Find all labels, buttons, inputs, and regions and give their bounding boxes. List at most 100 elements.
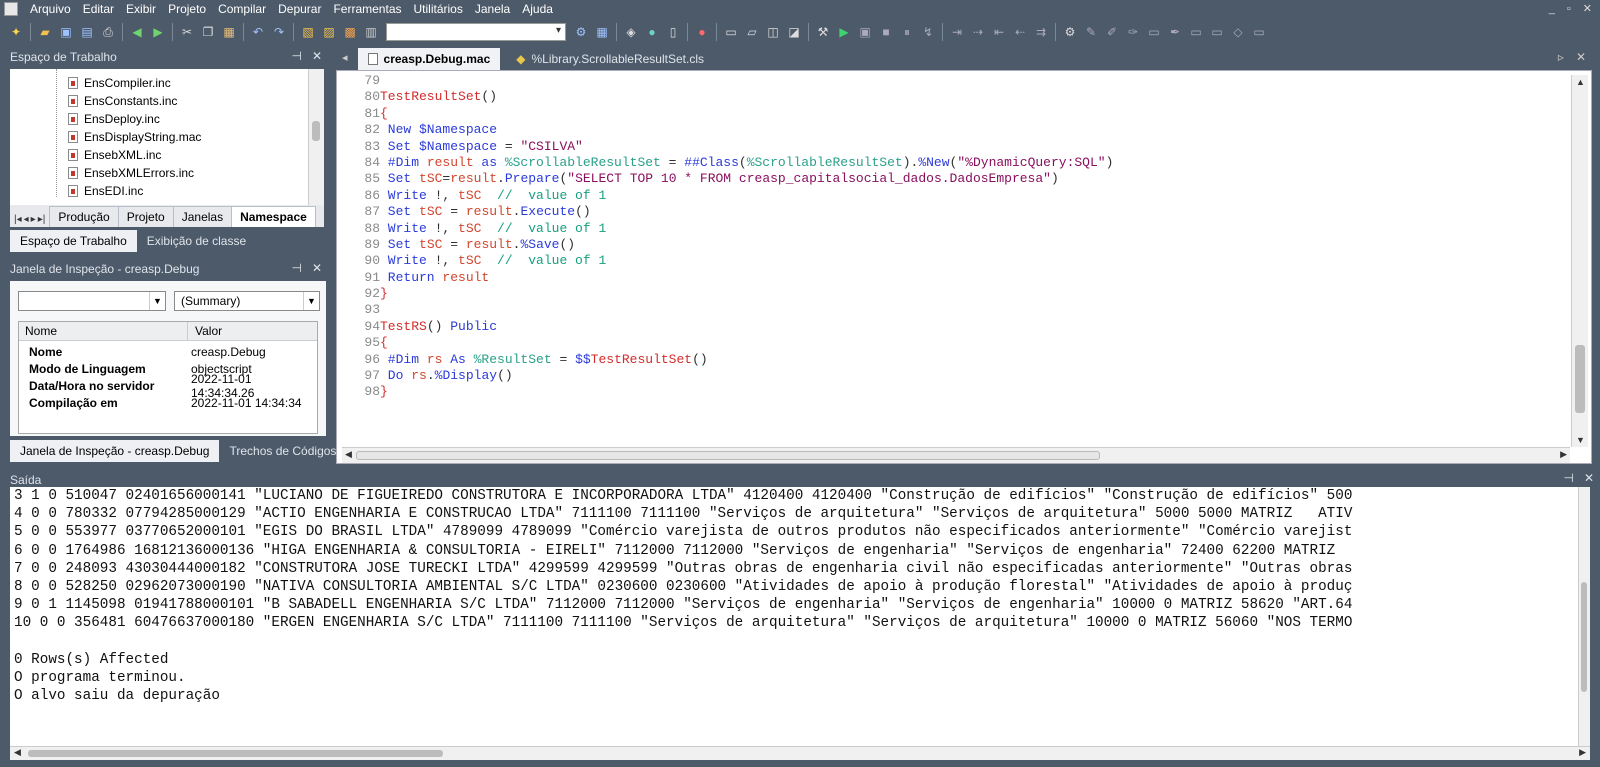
window-icon[interactable]: ▭ [721, 22, 741, 42]
wizard9-icon[interactable]: ▭ [1249, 22, 1269, 42]
debug-icon[interactable]: ⚒ [813, 22, 833, 42]
calendar-icon[interactable]: ▦ [592, 22, 612, 42]
inspector-table: Nome Valor Nome creasp.Debug Modo de Lingu… [18, 321, 318, 434]
output-vscroll[interactable] [1578, 487, 1590, 746]
open-folder-icon[interactable]: ▰ [35, 22, 55, 42]
class-icon[interactable]: ◈ [621, 22, 641, 42]
pin-icon[interactable]: ⊣ [1563, 471, 1573, 485]
editor-vscroll[interactable]: ▲ ▼ [1571, 75, 1588, 447]
tab-nav-arrows[interactable]: |◂ ◂ ▸ ▸| [10, 212, 49, 227]
run-icon[interactable]: ▶ [834, 22, 854, 42]
tab-janelas[interactable]: Janelas [172, 206, 233, 227]
menu-janela[interactable]: Janela [469, 0, 516, 18]
close-panel-icon[interactable]: ✕ [1584, 471, 1594, 485]
step-icon[interactable]: ↯ [918, 22, 938, 42]
tab-produção[interactable]: Produção [49, 206, 119, 227]
menu-ferramentas[interactable]: Ferramentas [327, 0, 407, 18]
wizard2-icon[interactable]: ✐ [1102, 22, 1122, 42]
output-console[interactable]: 3 1 0 510047 02401656000141 "LUCIANO DE … [10, 487, 1578, 746]
menu-arquivo[interactable]: Arquivo [24, 0, 77, 18]
tab-scrollable-resultset[interactable]: ◆ %Library.ScrollableResultSet.cls [506, 48, 714, 70]
tree-item[interactable]: EnsDeploy.inc [68, 110, 160, 128]
step-into-icon[interactable]: ⇥ [947, 22, 967, 42]
pin-icon[interactable]: ⊣ [291, 261, 301, 275]
wizard4-icon[interactable]: ▭ [1144, 22, 1164, 42]
globe-icon[interactable]: ● [642, 22, 662, 42]
compile-icon[interactable]: ⚙ [571, 22, 591, 42]
wizard6-icon[interactable]: ▭ [1186, 22, 1206, 42]
menu-compilar[interactable]: Compilar [212, 0, 272, 18]
tab-scroll-right-icon[interactable]: ▹ [1558, 50, 1564, 64]
code-line: 82 New $Namespace [348, 122, 1568, 138]
view4-icon[interactable]: ▥ [361, 22, 381, 42]
wizard7-icon[interactable]: ▭ [1207, 22, 1227, 42]
break-icon[interactable]: ⏸ [897, 22, 917, 42]
chat2-icon[interactable]: ◪ [784, 22, 804, 42]
code-editor[interactable]: 79 80 TestResultSet() 81{82 New $Namespace 8… [348, 73, 1568, 441]
menu-ajuda[interactable]: Ajuda [516, 0, 559, 18]
inspector-summary-combo[interactable]: (Summary) ▼ [174, 291, 320, 311]
save-icon[interactable]: ▣ [56, 22, 76, 42]
view2-icon[interactable]: ▨ [319, 22, 339, 42]
output-hscroll[interactable]: ◀ ▶ [10, 746, 1590, 760]
menu-exibir[interactable]: Exibir [120, 0, 162, 18]
menu-editar[interactable]: Editar [77, 0, 120, 18]
redo-icon[interactable]: ↷ [269, 22, 289, 42]
view3-icon[interactable]: ▩ [340, 22, 360, 42]
close-panel-icon[interactable]: ✕ [312, 261, 322, 275]
app-icon[interactable] [4, 2, 18, 16]
wizard3-icon[interactable]: ✑ [1123, 22, 1143, 42]
step-out-icon[interactable]: ⇤ [989, 22, 1009, 42]
wizard-icon[interactable]: ✎ [1081, 22, 1101, 42]
forward-icon[interactable]: ▶ [148, 22, 168, 42]
tools-icon[interactable]: ⚙ [1060, 22, 1080, 42]
tree-item[interactable]: EnsEDI.inc [68, 182, 143, 200]
step-over-icon[interactable]: ⇢ [968, 22, 988, 42]
tab-creasp-debug[interactable]: creasp.Debug.mac [357, 48, 501, 70]
workspace-scrollbar[interactable] [308, 69, 324, 205]
tab-workspace[interactable]: Espaço de Trabalho [10, 230, 137, 252]
chat-icon[interactable]: ◫ [763, 22, 783, 42]
stop-debug-icon[interactable]: ■ [876, 22, 896, 42]
save-all-icon[interactable]: ▤ [77, 22, 97, 42]
print-icon[interactable]: ⎙ [98, 22, 118, 42]
step-back-icon[interactable]: ⇠ [1010, 22, 1030, 42]
wizard8-icon[interactable]: ◇ [1228, 22, 1248, 42]
toolbar-combo[interactable] [386, 23, 566, 41]
tree-item[interactable]: EnsebXMLErrors.inc [68, 164, 194, 182]
tree-item[interactable]: EnsConstants.inc [68, 92, 177, 110]
editor-hscroll[interactable]: ◀ ▶ [342, 447, 1570, 463]
stop-icon[interactable]: ● [692, 22, 712, 42]
minimize-icon[interactable]: _ [1549, 0, 1555, 18]
pin-icon[interactable]: ⊣ [291, 49, 301, 63]
tree-item[interactable]: EnsCompiler.inc [68, 74, 171, 92]
doc-icon[interactable]: ▯ [663, 22, 683, 42]
cut-icon[interactable]: ✂ [177, 22, 197, 42]
tree-item[interactable]: EnsebXML.inc [68, 146, 161, 164]
undo-icon[interactable]: ↶ [248, 22, 268, 42]
step-run-icon[interactable]: ⇉ [1031, 22, 1051, 42]
tab-projeto[interactable]: Projeto [117, 206, 174, 227]
inspector-object-combo[interactable]: ▼ [18, 291, 166, 311]
tab-class-view[interactable]: Exibição de classe [137, 230, 256, 252]
new-file-icon[interactable]: ✦ [6, 22, 26, 42]
view-icon[interactable]: ▧ [298, 22, 318, 42]
comment-icon[interactable]: ▱ [742, 22, 762, 42]
tree-item[interactable]: EnsDisplayString.mac [68, 128, 201, 146]
close-panel-icon[interactable]: ✕ [312, 49, 322, 63]
pause-icon[interactable]: ▣ [855, 22, 875, 42]
tab-scroll-left-icon[interactable]: ◂ [336, 51, 358, 70]
tab-code-snippets[interactable]: Trechos de Códigos [219, 440, 346, 462]
menu-projeto[interactable]: Projeto [162, 0, 212, 18]
close-editor-icon[interactable]: ✕ [1576, 50, 1586, 64]
menu-utilitários[interactable]: Utilitários [408, 0, 469, 18]
back-icon[interactable]: ◀ [127, 22, 147, 42]
menu-depurar[interactable]: Depurar [272, 0, 327, 18]
tab-namespace[interactable]: Namespace [231, 206, 316, 227]
tab-inspector[interactable]: Janela de Inspeção - creasp.Debug [10, 440, 220, 462]
wizard5-icon[interactable]: ✒ [1165, 22, 1185, 42]
copy-icon[interactable]: ❐ [198, 22, 218, 42]
close-icon[interactable]: ✕ [1583, 0, 1592, 18]
restore-icon[interactable]: ▫ [1567, 0, 1571, 18]
paste-icon[interactable]: ▦ [219, 22, 239, 42]
